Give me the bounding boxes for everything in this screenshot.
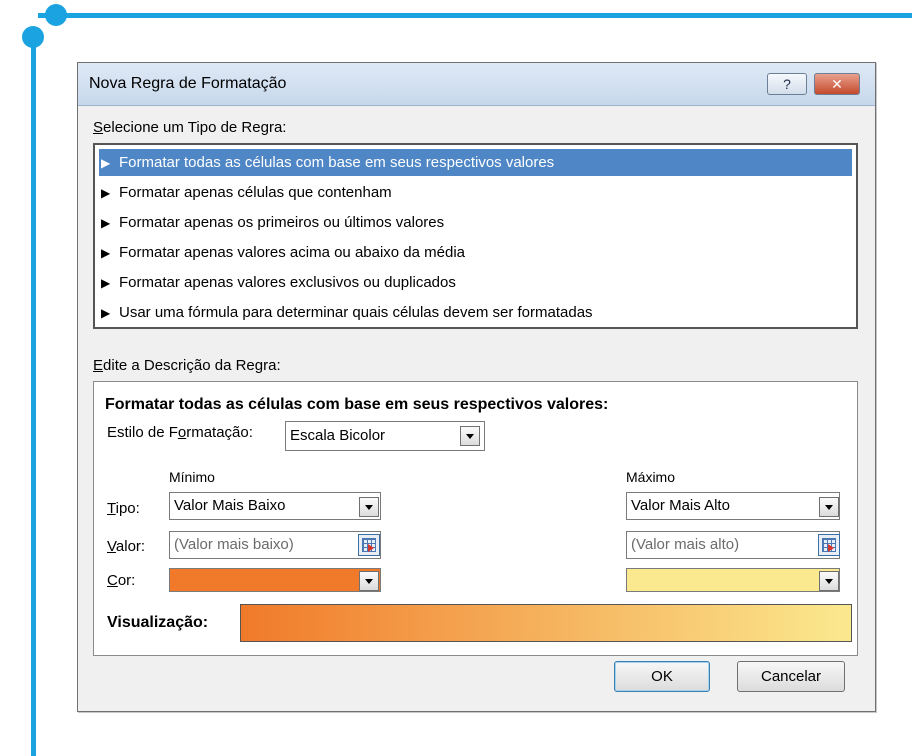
preview-gradient-bar: [240, 604, 852, 642]
ok-button[interactable]: OK: [614, 661, 710, 692]
cancel-label: Cancelar: [760, 668, 822, 685]
max-type-select[interactable]: Valor Mais Alto: [626, 492, 840, 520]
format-style-dropdown-icon[interactable]: [460, 426, 480, 446]
rule-description-panel: Formatar todas as células com base em se…: [93, 381, 858, 656]
cancel-button[interactable]: Cancelar: [737, 661, 845, 692]
title-bar: Nova Regra de Formatação ? ✕: [78, 63, 875, 106]
rule-item-top-bottom[interactable]: ▶ Formatar apenas os primeiros ou últimos…: [99, 209, 852, 236]
dialog-title: Nova Regra de Formatação: [89, 75, 287, 92]
min-value-range-picker-icon[interactable]: [358, 534, 380, 556]
rule-item-above-below-average[interactable]: ▶ Formatar apenas valores acima ou abaixo…: [99, 239, 852, 266]
min-type-dropdown-icon[interactable]: [359, 497, 379, 517]
ok-label: OK: [651, 668, 673, 685]
triangle-right-icon: ▶: [101, 306, 111, 320]
help-icon: ?: [783, 76, 791, 92]
description-heading: Formatar todas as células com base em se…: [105, 396, 609, 413]
rule-item-formula[interactable]: ▶ Usar uma fórmula para determinar quais …: [99, 299, 852, 326]
max-color-swatch[interactable]: [626, 568, 840, 592]
min-header: Mínimo: [169, 469, 215, 485]
format-style-select[interactable]: Escala Bicolor: [285, 421, 485, 451]
format-style-label: Estilo de Formatação:: [107, 424, 253, 441]
frame-dot-icon: [45, 4, 67, 26]
frame-dot-icon: [22, 26, 44, 48]
max-type-dropdown-icon[interactable]: [819, 497, 839, 517]
triangle-right-icon: ▶: [101, 216, 111, 230]
new-formatting-rule-dialog: Nova Regra de Formatação ? ✕ Selecione u…: [77, 62, 876, 712]
rule-type-list[interactable]: ▶ Formatar todas as células com base em s…: [93, 143, 858, 329]
max-type-value: Valor Mais Alto: [631, 497, 730, 514]
rule-item-contain[interactable]: ▶ Formatar apenas células que contenham: [99, 179, 852, 206]
min-color-dropdown-icon[interactable]: [359, 571, 379, 591]
min-value-input[interactable]: (Valor mais baixo): [169, 531, 381, 559]
preview-label: Visualização:: [107, 614, 209, 631]
triangle-right-icon: ▶: [101, 276, 111, 290]
min-type-value: Valor Mais Baixo: [174, 497, 286, 514]
max-value-placeholder: (Valor mais alto): [631, 536, 740, 553]
close-button[interactable]: ✕: [814, 73, 860, 95]
rule-item-unique-duplicate[interactable]: ▶ Formatar apenas valores exclusivos ou d…: [99, 269, 852, 296]
frame-line-top: [38, 13, 912, 18]
max-value-input[interactable]: (Valor mais alto): [626, 531, 840, 559]
close-icon: ✕: [831, 75, 843, 92]
type-label: Tipo:: [107, 500, 140, 517]
min-type-select[interactable]: Valor Mais Baixo: [169, 492, 381, 520]
color-label: Cor:: [107, 572, 136, 589]
min-color-swatch[interactable]: [169, 568, 381, 592]
triangle-right-icon: ▶: [101, 246, 111, 260]
min-value-placeholder: (Valor mais baixo): [174, 536, 294, 553]
format-style-value: Escala Bicolor: [290, 427, 386, 444]
rule-type-label: Selecione um Tipo de Regra:: [93, 119, 287, 136]
max-header: Máximo: [626, 469, 676, 485]
max-value-range-picker-icon[interactable]: [818, 534, 840, 556]
triangle-right-icon: ▶: [101, 186, 111, 200]
value-label: Valor:: [107, 538, 146, 555]
rule-description-label: Edite a Descrição da Regra:: [93, 357, 281, 374]
frame-line-left: [31, 30, 36, 756]
triangle-right-icon: ▶: [101, 156, 111, 170]
help-button[interactable]: ?: [767, 73, 807, 95]
rule-item-all-cells[interactable]: ▶ Formatar todas as células com base em s…: [99, 149, 852, 176]
max-color-dropdown-icon[interactable]: [819, 571, 839, 591]
